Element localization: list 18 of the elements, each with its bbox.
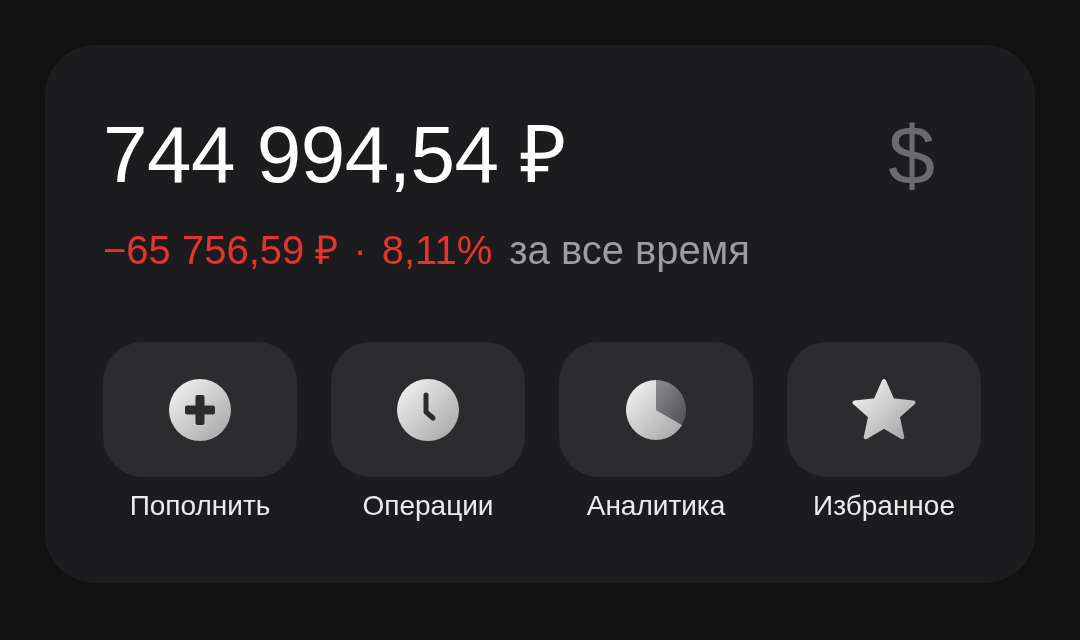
balance-amount: 744 994,54 ₽: [103, 115, 567, 195]
action-button[interactable]: [103, 342, 297, 477]
action-label: Операции: [362, 489, 494, 523]
action-button[interactable]: [787, 342, 981, 477]
plus-circle-icon: [169, 378, 231, 441]
period-label: за все время: [509, 230, 750, 270]
action-label: Аналитика: [586, 489, 726, 523]
action-button[interactable]: [331, 342, 525, 477]
change-percent: 8,11%: [381, 230, 493, 270]
action-button[interactable]: [559, 342, 753, 477]
change-amount: −65 756,59 ₽: [103, 230, 339, 270]
separator-dot: ·: [353, 230, 367, 270]
currency-button[interactable]: $: [888, 113, 935, 197]
star-icon: [852, 379, 916, 440]
pie-chart-icon: [626, 379, 686, 440]
action-label: Избранное: [813, 489, 955, 523]
clock-icon: [397, 378, 459, 441]
action-label: Пополнить: [129, 489, 271, 523]
